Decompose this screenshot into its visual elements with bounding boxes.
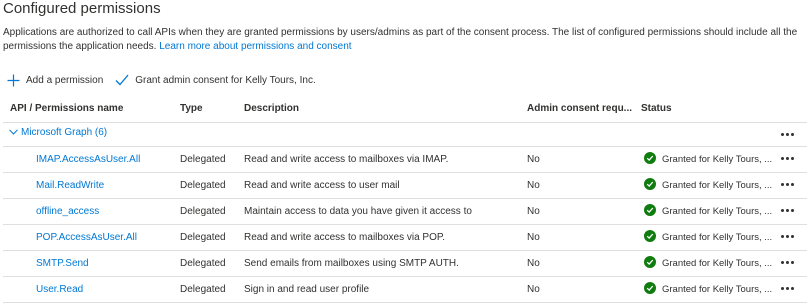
permission-type: Delegated — [180, 180, 226, 191]
row-more-button[interactable] — [777, 203, 797, 217]
add-permission-label: Add a permission — [26, 74, 104, 86]
column-header-admin-consent[interactable]: Admin consent requ... — [527, 103, 632, 114]
table-row: IMAP.AccessAsUser.All Delegated Read and… — [3, 147, 807, 173]
permission-name-link[interactable]: POP.AccessAsUser.All — [36, 232, 137, 243]
permission-name-link[interactable]: Mail.ReadWrite — [36, 180, 104, 191]
status-cell: Granted for Kelly Tours, ... — [644, 178, 772, 193]
admin-consent-required: No — [527, 154, 540, 165]
status-text: Granted for Kelly Tours, ... — [662, 284, 773, 295]
grant-admin-consent-label: Grant admin consent for Kelly Tours, Inc… — [135, 74, 316, 86]
permission-type: Delegated — [180, 284, 226, 295]
check-circle-icon — [644, 204, 662, 219]
permission-type: Delegated — [180, 258, 226, 269]
permission-description: Read and write access to mailboxes via I… — [244, 154, 449, 165]
status-text: Granted for Kelly Tours, ... — [662, 258, 773, 269]
check-circle-icon — [644, 256, 662, 271]
permission-description: Read and write access to mailboxes via P… — [244, 232, 446, 243]
check-circle-icon — [644, 178, 662, 193]
status-text: Granted for Kelly Tours, ... — [662, 206, 773, 217]
admin-consent-required: No — [527, 258, 540, 269]
status-text: Granted for Kelly Tours, ... — [662, 232, 773, 243]
toolbar: Add a permission Grant admin consent for… — [7, 70, 316, 90]
table-row: Mail.ReadWrite Delegated Read and write … — [3, 173, 807, 199]
status-cell: Granted for Kelly Tours, ... — [644, 230, 772, 245]
admin-consent-required: No — [527, 232, 540, 243]
more-icon — [780, 234, 794, 238]
table-row: User.Read Delegated Sign in and read use… — [3, 277, 807, 303]
row-more-button[interactable] — [777, 177, 797, 191]
permission-description: Read and write access to user mail — [244, 180, 400, 191]
more-icon — [780, 182, 794, 186]
page-title: Configured permissions — [3, 0, 161, 17]
add-permission-button[interactable]: Add a permission — [7, 74, 103, 87]
row-more-button[interactable] — [777, 281, 797, 295]
more-icon — [780, 156, 794, 160]
row-more-button[interactable] — [777, 229, 797, 243]
grant-admin-consent-button[interactable]: Grant admin consent for Kelly Tours, Inc… — [115, 74, 316, 86]
status-cell: Granted for Kelly Tours, ... — [644, 282, 772, 297]
page-description: Applications are authorized to call APIs… — [3, 26, 803, 54]
check-circle-icon — [644, 282, 662, 297]
status-text: Granted for Kelly Tours, ... — [662, 154, 773, 165]
more-icon — [780, 286, 794, 290]
status-cell: Granted for Kelly Tours, ... — [644, 204, 772, 219]
permission-name-link[interactable]: SMTP.Send — [36, 258, 89, 269]
status-text: Granted for Kelly Tours, ... — [662, 180, 773, 191]
permission-description: Send emails from mailboxes using SMTP AU… — [244, 258, 459, 269]
admin-consent-required: No — [527, 180, 540, 191]
check-circle-icon — [644, 230, 662, 245]
permission-name-link[interactable]: IMAP.AccessAsUser.All — [36, 154, 140, 165]
permission-name-link[interactable]: User.Read — [36, 284, 83, 295]
check-circle-icon — [644, 152, 662, 167]
column-header-type[interactable]: Type — [180, 103, 203, 114]
admin-consent-required: No — [527, 206, 540, 217]
column-header-name[interactable]: API / Permissions name — [10, 103, 123, 114]
checkmark-icon — [115, 74, 129, 86]
more-icon — [780, 132, 794, 136]
group-more-button[interactable] — [777, 127, 797, 141]
table-row: SMTP.Send Delegated Send emails from mai… — [3, 251, 807, 277]
column-header-description[interactable]: Description — [244, 103, 299, 114]
permission-description: Maintain access to data you have given i… — [244, 206, 472, 217]
row-more-button[interactable] — [777, 255, 797, 269]
column-header-status[interactable]: Status — [641, 103, 672, 114]
admin-consent-required: No — [527, 284, 540, 295]
table-row: POP.AccessAsUser.All Delegated Read and … — [3, 225, 807, 251]
group-row-microsoft-graph: Microsoft Graph (6) — [3, 123, 807, 147]
table-row: offline_access Delegated Maintain access… — [3, 199, 807, 225]
table-header: API / Permissions name Type Description … — [3, 96, 807, 123]
permission-type: Delegated — [180, 206, 226, 217]
more-icon — [780, 260, 794, 264]
chevron-down-icon — [9, 127, 21, 138]
more-icon — [780, 208, 794, 212]
row-more-button[interactable] — [777, 151, 797, 165]
permission-name-link[interactable]: offline_access — [36, 206, 99, 217]
status-cell: Granted for Kelly Tours, ... — [644, 256, 772, 271]
group-label: Microsoft Graph (6) — [21, 127, 108, 138]
description-text: Applications are authorized to call APIs… — [3, 27, 798, 52]
permission-type: Delegated — [180, 154, 226, 165]
permission-type: Delegated — [180, 232, 226, 243]
learn-more-link[interactable]: Learn more about permissions and consent — [159, 41, 351, 52]
group-toggle[interactable]: Microsoft Graph (6) — [9, 127, 107, 138]
plus-icon — [7, 74, 20, 87]
status-cell: Granted for Kelly Tours, ... — [644, 152, 772, 167]
permission-description: Sign in and read user profile — [244, 284, 370, 295]
